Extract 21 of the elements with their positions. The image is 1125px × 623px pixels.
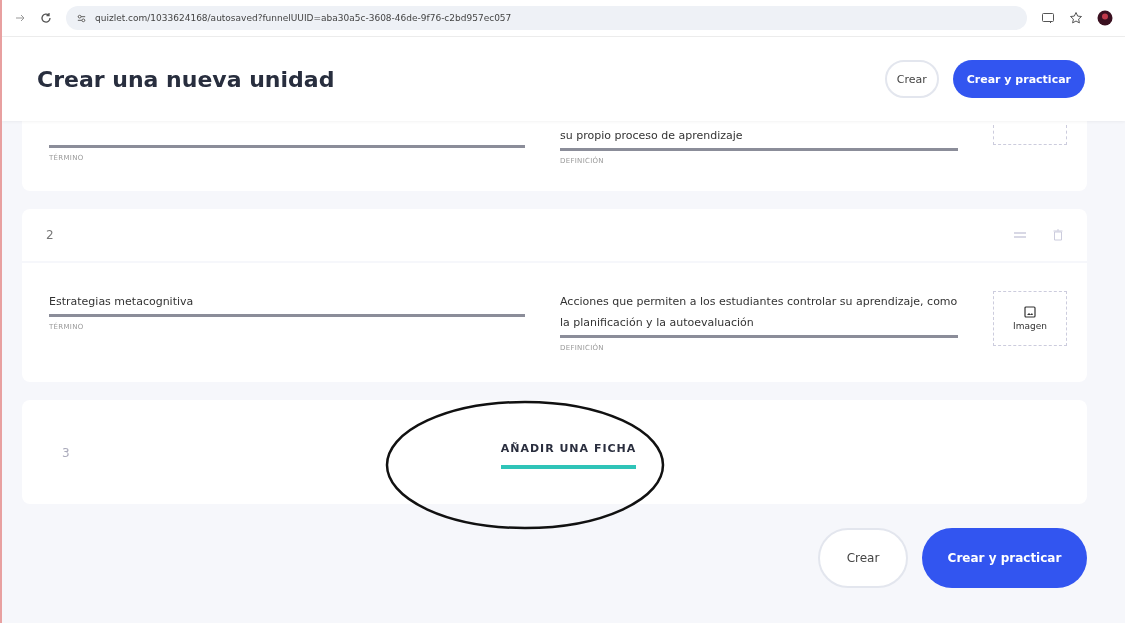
card-number: 3 xyxy=(62,446,70,460)
address-bar[interactable]: quizlet.com/1033624168/autosaved?funnelUUID=aba30a5c-3608-46de-9f76-c2bd957ec057 xyxy=(66,6,1027,30)
term-field[interactable]: Estrategias metacognitiva xyxy=(49,291,525,317)
star-icon[interactable] xyxy=(1069,11,1083,25)
create-button[interactable]: Crear y practicar xyxy=(952,60,1085,98)
reload-icon[interactable] xyxy=(40,12,52,24)
avatar-icon[interactable] xyxy=(1097,10,1113,26)
card-number: 2 xyxy=(46,228,54,242)
forward-icon[interactable] xyxy=(14,12,26,24)
drag-handle-icon[interactable] xyxy=(1013,231,1027,239)
create-button[interactable]: Crear y practicar xyxy=(922,528,1087,588)
definition-field[interactable]: su propio proceso de aprendizaje xyxy=(560,125,958,151)
image-button[interactable]: Imagen xyxy=(993,291,1067,346)
cast-icon[interactable] xyxy=(1041,11,1055,25)
page-title: Crear una nueva unidad xyxy=(37,66,335,92)
definition-field[interactable]: Acciones que permiten a los estudiantes controlar su aprendizaje, como la planificación y la autoevaluación xyxy=(560,291,958,338)
add-card-button[interactable]: AÑADIR UNA FICHA xyxy=(500,441,637,469)
create-button[interactable]: Crear xyxy=(884,60,939,98)
site-settings-icon[interactable] xyxy=(76,12,87,24)
image-icon xyxy=(1024,306,1036,318)
create-button[interactable]: Crear xyxy=(818,528,908,588)
